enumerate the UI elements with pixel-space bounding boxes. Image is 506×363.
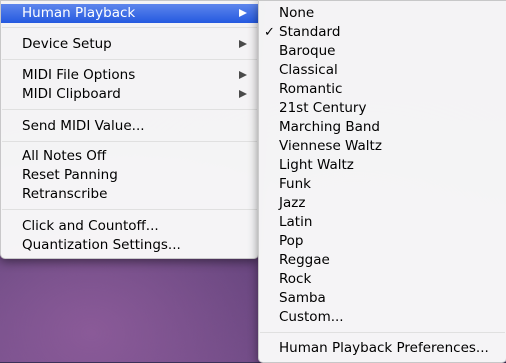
submenu-item-viennese-waltz[interactable]: Viennese Waltz (259, 137, 506, 156)
menu-separator (260, 332, 505, 333)
menu-item-reset-panning[interactable]: Reset Panning (1, 166, 258, 185)
submenu-item-label: Romantic (279, 81, 343, 97)
playback-menu: Human Playback Device Setup MIDI File Op… (0, 0, 259, 259)
submenu-arrow-icon (239, 90, 247, 98)
menu-separator (2, 141, 257, 142)
submenu-item-21st-century[interactable]: 21st Century (259, 99, 506, 118)
submenu-item-label: Samba (279, 290, 326, 306)
submenu-item-label: Classical (279, 62, 338, 78)
submenu-item-label: Baroque (279, 43, 336, 59)
menu-item-label: MIDI Clipboard (22, 86, 121, 102)
menu-item-click-and-countoff[interactable]: Click and Countoff... (1, 217, 258, 236)
menu-separator (2, 209, 257, 210)
submenu-item-jazz[interactable]: Jazz (259, 194, 506, 213)
submenu-item-rock[interactable]: Rock (259, 270, 506, 289)
menu-item-label: Quantization Settings... (22, 237, 181, 253)
menu-item-all-notes-off[interactable]: All Notes Off (1, 147, 258, 166)
menu-item-midi-clipboard[interactable]: MIDI Clipboard (1, 85, 258, 104)
submenu-item-reggae[interactable]: Reggae (259, 251, 506, 270)
submenu-item-label: Marching Band (279, 119, 380, 135)
human-playback-submenu: None ✓ Standard Baroque Classical Romant… (258, 0, 506, 363)
submenu-arrow-icon (239, 71, 247, 79)
submenu-item-romantic[interactable]: Romantic (259, 80, 506, 99)
menu-item-label: All Notes Off (22, 148, 107, 164)
submenu-item-label: Pop (279, 233, 304, 249)
submenu-item-label: Viennese Waltz (279, 138, 382, 154)
menu-item-label: Retranscribe (22, 186, 108, 202)
menu-item-label: Reset Panning (22, 167, 118, 183)
menu-item-label: Click and Countoff... (22, 218, 159, 234)
submenu-item-standard[interactable]: ✓ Standard (259, 23, 506, 42)
submenu-arrow-icon (239, 40, 247, 48)
submenu-item-label: 21st Century (279, 100, 367, 116)
menu-item-send-midi-value[interactable]: Send MIDI Value... (1, 117, 258, 136)
menu-item-label: Device Setup (22, 36, 112, 52)
submenu-item-label: Latin (279, 214, 313, 230)
submenu-arrow-icon (239, 9, 247, 17)
submenu-item-light-waltz[interactable]: Light Waltz (259, 156, 506, 175)
submenu-item-pop[interactable]: Pop (259, 232, 506, 251)
submenu-item-samba[interactable]: Samba (259, 289, 506, 308)
menu-item-label: Send MIDI Value... (22, 118, 145, 134)
submenu-item-label: Custom... (279, 309, 344, 325)
menu-item-label: Human Playback (22, 5, 136, 21)
menu-separator (2, 59, 257, 60)
submenu-item-custom[interactable]: Custom... (259, 308, 506, 327)
submenu-item-label: None (279, 5, 315, 21)
submenu-item-none[interactable]: None (259, 4, 506, 23)
submenu-item-human-playback-preferences[interactable]: Human Playback Preferences... (259, 339, 506, 358)
checkmark-icon: ✓ (264, 25, 275, 40)
submenu-item-label: Human Playback Preferences... (279, 340, 489, 356)
submenu-item-baroque[interactable]: Baroque (259, 42, 506, 61)
submenu-item-latin[interactable]: Latin (259, 213, 506, 232)
menu-item-device-setup[interactable]: Device Setup (1, 35, 258, 54)
menu-item-human-playback[interactable]: Human Playback (1, 4, 258, 23)
submenu-item-label: Funk (279, 176, 311, 192)
menu-separator (2, 27, 257, 28)
submenu-item-label: Jazz (279, 195, 306, 211)
menu-item-label: MIDI File Options (22, 67, 136, 83)
menu-item-retranscribe[interactable]: Retranscribe (1, 185, 258, 204)
submenu-item-label: Standard (279, 24, 341, 40)
menu-item-midi-file-options[interactable]: MIDI File Options (1, 66, 258, 85)
menu-item-quantization-settings[interactable]: Quantization Settings... (1, 236, 258, 255)
submenu-item-label: Reggae (279, 252, 330, 268)
submenu-item-marching-band[interactable]: Marching Band (259, 118, 506, 137)
submenu-item-label: Light Waltz (279, 157, 354, 173)
menu-separator (2, 109, 257, 110)
submenu-item-label: Rock (279, 271, 312, 287)
submenu-item-funk[interactable]: Funk (259, 175, 506, 194)
submenu-item-classical[interactable]: Classical (259, 61, 506, 80)
